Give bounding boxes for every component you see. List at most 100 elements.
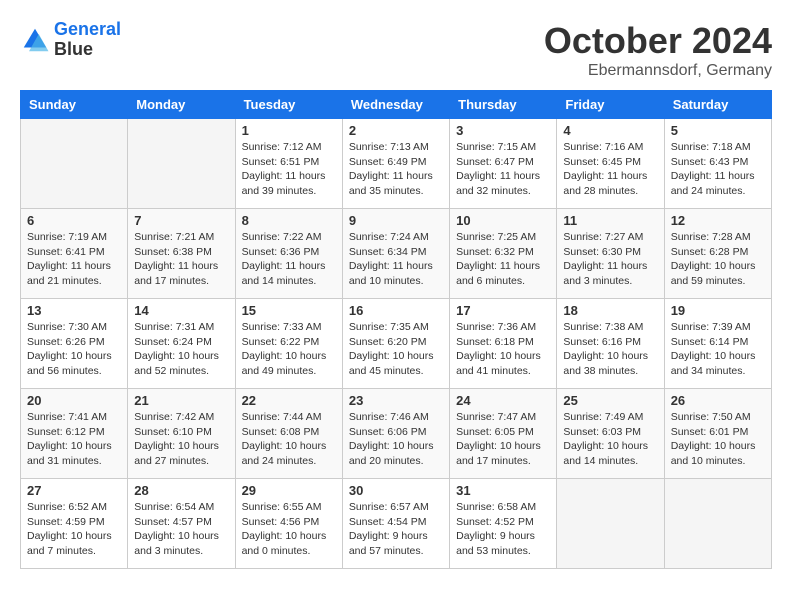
day-number: 17 [456,303,550,318]
calendar-cell: 19 Sunrise: 7:39 AM Sunset: 6:14 PM Dayli… [664,299,771,389]
page-header: General Blue October 2024 Ebermannsdorf,… [20,20,772,80]
day-number: 10 [456,213,550,228]
day-info: Sunrise: 7:12 AM Sunset: 6:51 PM Dayligh… [242,140,336,199]
day-number: 8 [242,213,336,228]
day-info: Sunrise: 7:44 AM Sunset: 6:08 PM Dayligh… [242,410,336,469]
day-number: 6 [27,213,121,228]
calendar-cell: 5Sunrise: 7:18 AM Sunset: 6:43 PM Daylig… [664,119,771,209]
day-info: Sunrise: 7:19 AM Sunset: 6:41 PM Dayligh… [27,230,121,289]
calendar-cell: 4Sunrise: 7:16 AM Sunset: 6:45 PM Daylig… [557,119,664,209]
calendar-cell: 30Sunrise: 6:57 AM Sunset: 4:54 PM Dayli… [342,479,449,569]
calendar-cell: 12 Sunrise: 7:28 AM Sunset: 6:28 PM Dayli… [664,209,771,299]
calendar-cell: 10 Sunrise: 7:25 AM Sunset: 6:32 PM Dayli… [450,209,557,299]
calendar-table: SundayMondayTuesdayWednesdayThursdayFrid… [20,90,772,569]
day-number: 4 [563,123,657,138]
day-of-week-header: Thursday [450,91,557,119]
day-info: Sunrise: 7:39 AM Sunset: 6:14 PM Dayligh… [671,320,765,379]
day-number: 25 [563,393,657,408]
calendar-cell: 8 Sunrise: 7:22 AM Sunset: 6:36 PM Daylig… [235,209,342,299]
day-number: 19 [671,303,765,318]
calendar-cell: 20 Sunrise: 7:41 AM Sunset: 6:12 PM Dayli… [21,389,128,479]
calendar-cell [664,479,771,569]
calendar-cell: 22 Sunrise: 7:44 AM Sunset: 6:08 PM Dayli… [235,389,342,479]
day-info: Sunrise: 7:46 AM Sunset: 6:06 PM Dayligh… [349,410,443,469]
calendar-cell: 7 Sunrise: 7:21 AM Sunset: 6:38 PM Daylig… [128,209,235,299]
day-number: 1 [242,123,336,138]
calendar-cell: 25 Sunrise: 7:49 AM Sunset: 6:03 PM Dayli… [557,389,664,479]
day-number: 5 [671,123,765,138]
calendar-cell: 31Sunrise: 6:58 AM Sunset: 4:52 PM Dayli… [450,479,557,569]
day-of-week-header: Monday [128,91,235,119]
day-number: 18 [563,303,657,318]
location-title: Ebermannsdorf, Germany [544,62,772,80]
day-number: 12 [671,213,765,228]
day-number: 20 [27,393,121,408]
calendar-cell: 23 Sunrise: 7:46 AM Sunset: 6:06 PM Dayli… [342,389,449,479]
calendar-cell [557,479,664,569]
calendar-cell: 27 Sunrise: 6:52 AM Sunset: 4:59 PM Dayli… [21,479,128,569]
day-info: Sunrise: 7:35 AM Sunset: 6:20 PM Dayligh… [349,320,443,379]
day-number: 27 [27,483,121,498]
calendar-cell: 6 Sunrise: 7:19 AM Sunset: 6:41 PM Daylig… [21,209,128,299]
day-info: Sunrise: 7:30 AM Sunset: 6:26 PM Dayligh… [27,320,121,379]
day-info: Sunrise: 7:41 AM Sunset: 6:12 PM Dayligh… [27,410,121,469]
day-info: Sunrise: 7:28 AM Sunset: 6:28 PM Dayligh… [671,230,765,289]
calendar-cell: 26 Sunrise: 7:50 AM Sunset: 6:01 PM Dayli… [664,389,771,479]
day-number: 21 [134,393,228,408]
day-info: Sunrise: 7:21 AM Sunset: 6:38 PM Dayligh… [134,230,228,289]
calendar-cell: 28 Sunrise: 6:54 AM Sunset: 4:57 PM Dayli… [128,479,235,569]
day-info: Sunrise: 7:50 AM Sunset: 6:01 PM Dayligh… [671,410,765,469]
day-number: 30 [349,483,443,498]
day-number: 31 [456,483,550,498]
day-number: 28 [134,483,228,498]
calendar-cell: 21Sunrise: 7:42 AM Sunset: 6:10 PM Dayli… [128,389,235,479]
day-info: Sunrise: 7:27 AM Sunset: 6:30 PM Dayligh… [563,230,657,289]
day-number: 22 [242,393,336,408]
calendar-week-row: 1 Sunrise: 7:12 AM Sunset: 6:51 PM Daylig… [21,119,772,209]
day-info: Sunrise: 7:13 AM Sunset: 6:49 PM Dayligh… [349,140,443,199]
day-number: 15 [242,303,336,318]
day-info: Sunrise: 6:54 AM Sunset: 4:57 PM Dayligh… [134,500,228,559]
day-info: Sunrise: 6:55 AM Sunset: 4:56 PM Dayligh… [242,500,336,559]
calendar-week-row: 20 Sunrise: 7:41 AM Sunset: 6:12 PM Dayli… [21,389,772,479]
day-info: Sunrise: 7:22 AM Sunset: 6:36 PM Dayligh… [242,230,336,289]
day-of-week-header: Wednesday [342,91,449,119]
calendar-cell: 18 Sunrise: 7:38 AM Sunset: 6:16 PM Dayli… [557,299,664,389]
calendar-cell [21,119,128,209]
calendar-week-row: 6 Sunrise: 7:19 AM Sunset: 6:41 PM Daylig… [21,209,772,299]
month-title: October 2024 [544,20,772,62]
calendar-cell: 15 Sunrise: 7:33 AM Sunset: 6:22 PM Dayli… [235,299,342,389]
day-info: Sunrise: 7:24 AM Sunset: 6:34 PM Dayligh… [349,230,443,289]
day-number: 24 [456,393,550,408]
day-info: Sunrise: 7:15 AM Sunset: 6:47 PM Dayligh… [456,140,550,199]
day-info: Sunrise: 7:33 AM Sunset: 6:22 PM Dayligh… [242,320,336,379]
calendar-cell: 1 Sunrise: 7:12 AM Sunset: 6:51 PM Daylig… [235,119,342,209]
calendar-body: 1 Sunrise: 7:12 AM Sunset: 6:51 PM Daylig… [21,119,772,569]
calendar-cell: 9Sunrise: 7:24 AM Sunset: 6:34 PM Daylig… [342,209,449,299]
calendar-cell: 3 Sunrise: 7:15 AM Sunset: 6:47 PM Daylig… [450,119,557,209]
logo-icon [20,25,50,55]
calendar-cell: 17 Sunrise: 7:36 AM Sunset: 6:18 PM Dayli… [450,299,557,389]
day-number: 26 [671,393,765,408]
day-info: Sunrise: 7:36 AM Sunset: 6:18 PM Dayligh… [456,320,550,379]
day-info: Sunrise: 7:49 AM Sunset: 6:03 PM Dayligh… [563,410,657,469]
day-number: 2 [349,123,443,138]
day-number: 29 [242,483,336,498]
day-info: Sunrise: 7:25 AM Sunset: 6:32 PM Dayligh… [456,230,550,289]
day-info: Sunrise: 7:31 AM Sunset: 6:24 PM Dayligh… [134,320,228,379]
days-of-week-header: SundayMondayTuesdayWednesdayThursdayFrid… [21,91,772,119]
day-of-week-header: Sunday [21,91,128,119]
calendar-week-row: 13 Sunrise: 7:30 AM Sunset: 6:26 PM Dayli… [21,299,772,389]
day-info: Sunrise: 7:38 AM Sunset: 6:16 PM Dayligh… [563,320,657,379]
calendar-cell [128,119,235,209]
day-number: 3 [456,123,550,138]
day-info: Sunrise: 6:52 AM Sunset: 4:59 PM Dayligh… [27,500,121,559]
day-number: 23 [349,393,443,408]
day-of-week-header: Friday [557,91,664,119]
day-number: 7 [134,213,228,228]
calendar-cell: 2 Sunrise: 7:13 AM Sunset: 6:49 PM Daylig… [342,119,449,209]
day-number: 13 [27,303,121,318]
day-number: 11 [563,213,657,228]
title-section: October 2024 Ebermannsdorf, Germany [544,20,772,80]
logo-text: General Blue [54,20,121,60]
